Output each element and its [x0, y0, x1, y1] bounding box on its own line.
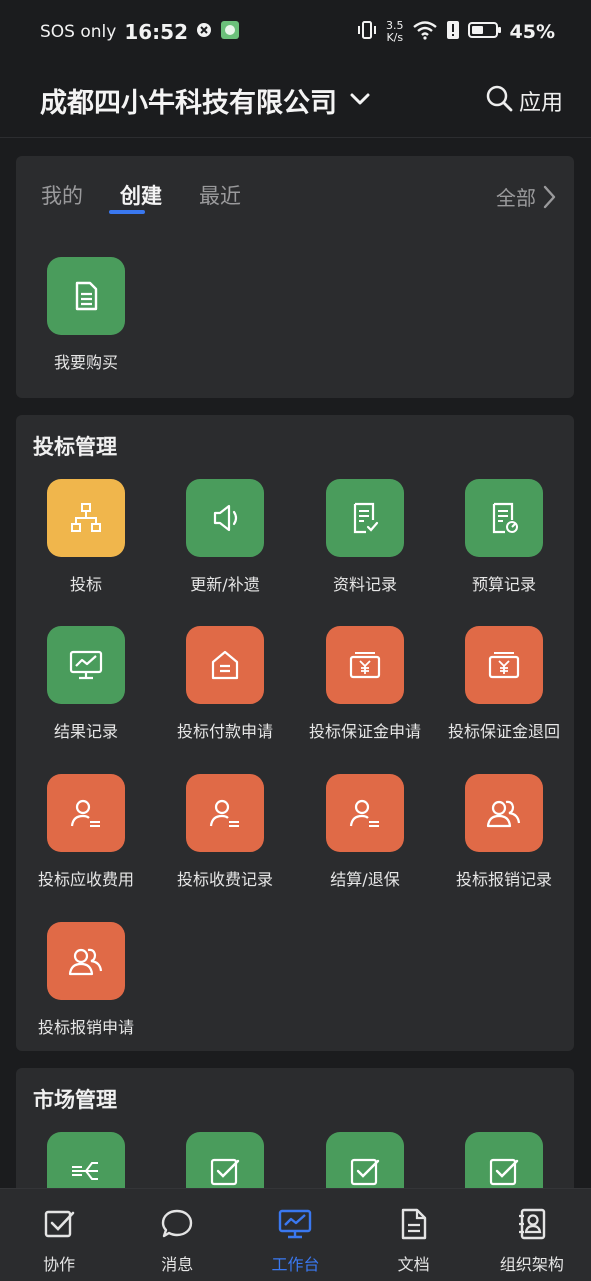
app-tile-update[interactable]: 更新/补遗: [155, 479, 295, 595]
carrier-text: SOS only: [40, 22, 117, 42]
person-list-icon: [326, 774, 404, 852]
app-tile-buy[interactable]: 我要购买: [16, 257, 156, 373]
tile-label: 投标应收费用: [37, 870, 134, 889]
battery-icon: [467, 21, 502, 44]
vibrate-icon: [356, 19, 378, 46]
quick-access-card: 我的 创建 最近 全部 我要购买: [16, 156, 574, 398]
tile-label: 投标保证金申请: [308, 722, 421, 741]
app-tile-deposit-request[interactable]: 投标保证金申请: [295, 626, 435, 742]
view-all-label: 全部: [496, 186, 536, 210]
tile-label: 预算记录: [471, 575, 536, 594]
shield-status-icon: [196, 22, 212, 43]
nav-label: 组织架构: [499, 1255, 564, 1274]
speaker-icon: [186, 479, 264, 557]
yuan-box-icon: [326, 626, 404, 704]
org-chart-icon: [47, 479, 125, 557]
app-tile-material-record[interactable]: 资料记录: [295, 479, 435, 595]
nav-collaboration[interactable]: 协作: [4, 1189, 114, 1275]
view-all-link[interactable]: 全部: [496, 182, 556, 211]
tile-label: 投标收费记录: [176, 870, 273, 889]
company-name: 成都四小牛科技有限公司: [40, 88, 337, 119]
person-list-icon: [186, 774, 264, 852]
apps-label: 应用: [518, 90, 563, 116]
wifi-icon: [412, 20, 438, 45]
market-management-card: 市场管理: [16, 1068, 574, 1198]
tile-label: 我要购买: [53, 353, 118, 372]
monitor-chart-icon: [277, 1207, 313, 1245]
app-notification-icon: [220, 20, 240, 45]
net-speed-unit: K/s: [386, 31, 404, 44]
nav-documents[interactable]: 文档: [359, 1189, 469, 1275]
section-title-bidding: 投标管理: [33, 435, 117, 459]
tab-recent[interactable]: 最近: [199, 180, 241, 210]
app-tile-budget-record[interactable]: 预算记录: [434, 479, 574, 595]
tile-label: 投标: [69, 575, 102, 594]
active-tab-indicator: [109, 210, 145, 214]
document-icon: [47, 257, 125, 335]
document-icon: [397, 1207, 431, 1245]
net-speed: 3.5 K/s: [386, 20, 404, 44]
doc-check-icon: [326, 479, 404, 557]
tile-label: 结果记录: [53, 722, 118, 741]
contact-card-icon: [515, 1207, 549, 1245]
app-header: 成都四小牛科技有限公司 应用: [0, 64, 591, 138]
nav-label: 协作: [43, 1255, 76, 1274]
nav-label: 文档: [397, 1255, 430, 1274]
collaboration-icon: [42, 1207, 76, 1245]
nav-label: 工作台: [271, 1255, 320, 1274]
bottom-nav: 协作 消息 工作台 文档 组织架构: [0, 1188, 591, 1281]
monitor-chart-icon: [47, 626, 125, 704]
app-tile-receivable[interactable]: 投标应收费用: [16, 774, 156, 890]
apps-button[interactable]: 应用: [485, 84, 563, 118]
tile-label: 投标报销申请: [37, 1018, 134, 1037]
doc-gauge-icon: [465, 479, 543, 557]
tile-label: 结算/退保: [330, 870, 400, 889]
tile-label: 资料记录: [332, 575, 397, 594]
clock: 16:52: [124, 20, 188, 44]
app-tile-payment-request[interactable]: 投标付款申请: [155, 626, 295, 742]
nav-workbench[interactable]: 工作台: [240, 1189, 350, 1275]
tab-mine[interactable]: 我的: [41, 180, 83, 210]
yuan-box-icon: [465, 626, 543, 704]
app-tile-reimburse-record[interactable]: 投标报销记录: [434, 774, 574, 890]
chevron-right-icon: [543, 185, 556, 208]
status-left: SOS only 16:52: [40, 20, 240, 45]
tile-label: 投标报销记录: [455, 870, 552, 889]
company-switcher[interactable]: 成都四小牛科技有限公司: [40, 81, 371, 120]
person-list-icon: [47, 774, 125, 852]
nav-messages[interactable]: 消息: [122, 1189, 232, 1275]
tabs: 我的 创建 最近 全部: [16, 156, 574, 236]
app-tile-result-record[interactable]: 结果记录: [16, 626, 156, 742]
people-icon: [47, 922, 125, 1000]
tile-label: 更新/补遗: [190, 575, 260, 594]
section-title-market: 市场管理: [33, 1088, 117, 1112]
people-icon: [465, 774, 543, 852]
search-icon: [485, 84, 513, 118]
house-icon: [186, 626, 264, 704]
nav-org-structure[interactable]: 组织架构: [477, 1189, 587, 1275]
bidding-management-card: 投标管理 投标 更新/补遗 资料记录 预算记录 结果记录 投标付款申请 投标保证…: [16, 415, 574, 1051]
chevron-down-icon: [349, 91, 371, 110]
app-tile-fee-record[interactable]: 投标收费记录: [155, 774, 295, 890]
nav-label: 消息: [161, 1255, 194, 1274]
status-right: 3.5 K/s 45%: [356, 19, 555, 46]
app-tile-bid[interactable]: 投标: [16, 479, 156, 595]
status-bar: SOS only 16:52 3.5 K/s 45%: [0, 0, 591, 64]
app-tile-reimburse-request[interactable]: 投标报销申请: [16, 922, 156, 1038]
app-tile-settlement[interactable]: 结算/退保: [295, 774, 435, 890]
battery-percent: 45%: [509, 21, 555, 43]
tab-created[interactable]: 创建: [120, 180, 162, 210]
app-tile-deposit-refund[interactable]: 投标保证金退回: [434, 626, 574, 742]
chat-bubble-icon: [160, 1207, 194, 1245]
alert-icon: [446, 19, 460, 46]
tile-label: 投标保证金退回: [447, 722, 560, 741]
tile-label: 投标付款申请: [176, 722, 273, 741]
